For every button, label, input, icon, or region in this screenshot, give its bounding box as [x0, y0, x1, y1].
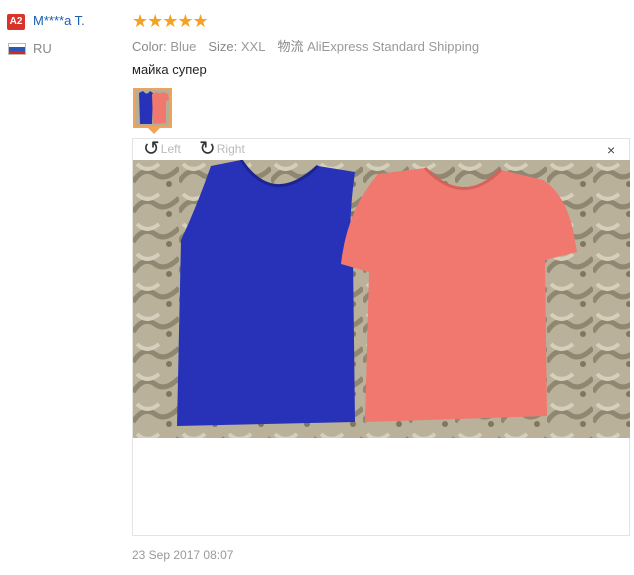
review-photo [133, 160, 630, 438]
color-value: Blue [170, 39, 197, 54]
rotate-left-label: Left [160, 142, 181, 156]
russia-flag-icon [8, 43, 26, 55]
shipping-value: AliExpress Standard Shipping [307, 39, 480, 54]
thumbnail-image [135, 90, 170, 126]
size-label: Size: [208, 39, 238, 54]
buyer-level-badge: A2 [7, 14, 25, 30]
order-attributes: Color: Blue Size: XXL 物流 AliExpress Standa… [132, 36, 479, 55]
star-rating: ★★★★★ [132, 11, 209, 31]
rotate-right-button[interactable]: ↻ Right [199, 139, 245, 159]
close-viewer-button[interactable]: × [607, 142, 615, 158]
close-icon: × [607, 142, 616, 158]
size-value: XXL [240, 39, 266, 54]
buyer-name: M****a T. [33, 13, 85, 28]
rotate-left-button[interactable]: ↺ Left [143, 139, 181, 159]
rotate-right-icon: ↻ [199, 138, 216, 160]
review-text: майка супер [132, 62, 207, 77]
rotate-left-icon: ↺ [143, 138, 160, 160]
buyer-country: RU [33, 41, 52, 56]
thumbnail-selected-pointer [148, 128, 160, 134]
rotate-right-label: Right [216, 142, 245, 156]
shipping-label: 物流 [277, 39, 304, 54]
review-photo-thumbnail[interactable] [133, 88, 172, 128]
color-label: Color: [132, 39, 167, 54]
review-date: 23 Sep 2017 08:07 [132, 548, 234, 562]
